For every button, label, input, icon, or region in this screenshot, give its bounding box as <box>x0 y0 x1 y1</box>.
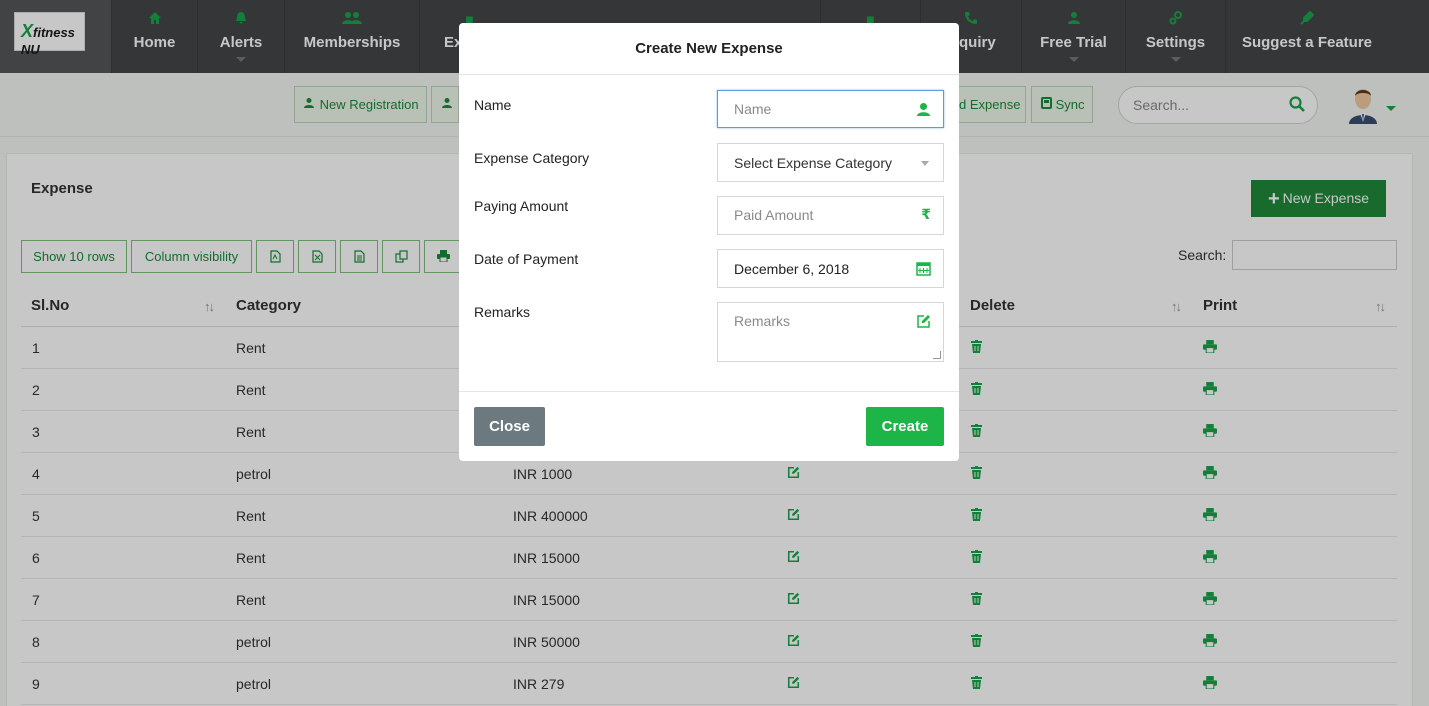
close-button[interactable]: Close <box>474 407 545 446</box>
name-input[interactable] <box>734 101 904 117</box>
remarks-label: Remarks <box>474 304 531 320</box>
rupee-icon: ₹ <box>921 206 931 222</box>
calendar-icon[interactable] <box>916 261 931 281</box>
name-label: Name <box>474 97 512 113</box>
user-icon <box>916 102 931 122</box>
expense-category-label: Expense Category <box>474 150 590 166</box>
modal-title: Create New Expense <box>635 40 783 57</box>
paid-amount-input[interactable] <box>734 207 904 223</box>
date-of-payment-field[interactable]: December 6, 2018 <box>717 249 944 288</box>
remarks-field[interactable] <box>717 302 944 362</box>
date-of-payment-value: December 6, 2018 <box>734 261 850 277</box>
date-of-payment-label: Date of Payment <box>474 251 579 267</box>
modal-header-divider <box>459 74 959 75</box>
create-button[interactable]: Create <box>866 407 944 446</box>
name-field[interactable] <box>717 90 944 128</box>
remarks-textarea[interactable] <box>734 313 904 345</box>
modal-footer-divider <box>459 391 959 392</box>
expense-category-select[interactable]: Select Expense Category <box>717 143 944 182</box>
paid-amount-field[interactable]: ₹ <box>717 196 944 235</box>
edit-icon <box>916 314 931 334</box>
expense-category-value: Select Expense Category <box>734 155 892 171</box>
chevron-down-icon <box>921 161 929 166</box>
paying-amount-label: Paying Amount <box>474 198 569 214</box>
create-expense-modal: Create New Expense Name Expense Category… <box>459 23 959 461</box>
resize-handle[interactable] <box>933 351 941 359</box>
